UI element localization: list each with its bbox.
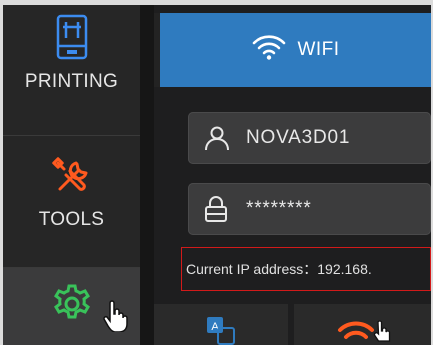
- sidebar-divider: [3, 135, 140, 136]
- tab-wifi[interactable]: WIFI: [160, 13, 431, 87]
- ssid-field[interactable]: NOVA3D01: [188, 112, 431, 164]
- ssid-value: NOVA3D01: [246, 127, 351, 148]
- ip-address-text: Current IP address：192.168.: [181, 247, 431, 291]
- sidebar-item-label: TOOLS: [38, 209, 105, 230]
- gear-icon: [48, 280, 96, 334]
- user-icon: [204, 125, 246, 151]
- printer-icon: [54, 13, 90, 67]
- sidebar-item-tools[interactable]: TOOLS: [3, 155, 140, 270]
- wifi-settings-button[interactable]: [294, 304, 431, 345]
- panel-divider: [140, 5, 154, 345]
- sidebar-item-printing[interactable]: PRINTING: [3, 13, 140, 133]
- sidebar-item-settings[interactable]: [3, 268, 140, 345]
- wifi-icon: [336, 314, 376, 345]
- tab-label: WIFI: [297, 39, 340, 60]
- hand-cursor-icon: [372, 320, 394, 345]
- sidebar-item-label: PRINTING: [24, 71, 119, 92]
- password-value: ********: [246, 198, 312, 219]
- wifi-icon: [251, 33, 287, 67]
- tools-icon: [50, 155, 94, 205]
- tab-bar: WIFI: [154, 13, 431, 87]
- password-field[interactable]: ********: [188, 183, 431, 235]
- language-icon: A: [204, 314, 238, 345]
- language-button[interactable]: A: [154, 304, 288, 345]
- sidebar: PRINTING TOOLS: [3, 5, 140, 345]
- hand-cursor-icon: [103, 300, 129, 338]
- printer-screen: PRINTING TOOLS WIFI NOVA3D01 ******** Cu…: [3, 5, 431, 345]
- lock-icon: [204, 195, 246, 223]
